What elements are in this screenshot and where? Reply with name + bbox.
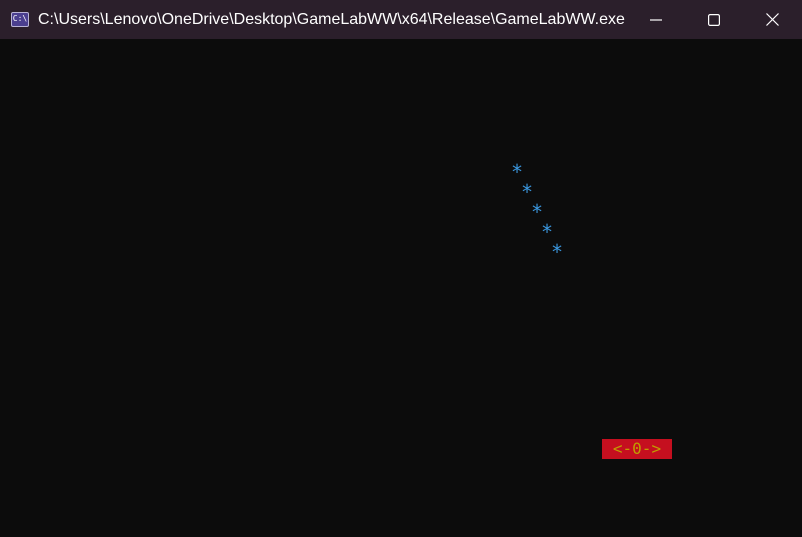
minimize-button[interactable] — [627, 0, 685, 39]
falling-star: * — [511, 160, 524, 184]
falling-star: * — [521, 180, 534, 204]
console-window: C:\ C:\Users\Lenovo\OneDrive\Desktop\Gam… — [0, 0, 802, 537]
maximize-icon — [708, 13, 720, 26]
falling-star: * — [531, 200, 544, 224]
maximize-button[interactable] — [685, 0, 743, 39]
title-bar[interactable]: C:\ C:\Users\Lenovo\OneDrive\Desktop\Gam… — [0, 0, 802, 39]
minimize-icon — [650, 18, 662, 21]
console-area[interactable]: * * * * * <-0-> — [0, 39, 802, 537]
close-icon — [765, 13, 779, 26]
falling-star: * — [551, 240, 564, 264]
falling-star: * — [541, 220, 554, 244]
close-button[interactable] — [743, 0, 801, 39]
console-app-icon[interactable]: C:\ — [11, 12, 29, 27]
window-title: C:\Users\Lenovo\OneDrive\Desktop\GameLab… — [38, 11, 625, 28]
player-paddle: <-0-> — [602, 439, 672, 459]
